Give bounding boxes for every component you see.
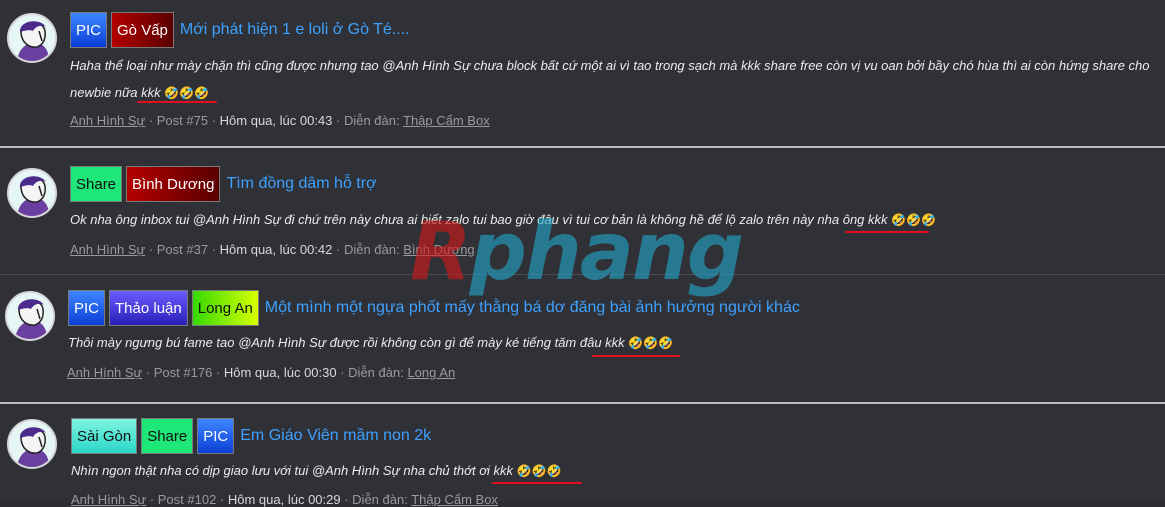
post-number[interactable]: Post #37 xyxy=(157,242,208,257)
snippet-line: Nhìn ngon thật nha có dịp giao lưu với t… xyxy=(71,463,514,478)
author-link[interactable]: Anh Hình Sự xyxy=(70,242,145,257)
laughing-emoji-icon: 🤣🤣🤣 xyxy=(164,86,210,100)
author-link[interactable]: Anh Hình Sự xyxy=(67,365,142,380)
post-meta: Anh Hình Sự · Post #75 · Hôm qua, lúc 00… xyxy=(70,113,490,128)
prefix-tag-pic[interactable]: PIC xyxy=(70,12,108,48)
user-avatar-icon xyxy=(9,15,55,61)
user-avatar-icon xyxy=(9,170,55,216)
post-time: Hôm qua, lúc 00:30 xyxy=(223,365,337,380)
thread-title-link[interactable]: Mới phát hiện 1 e loli ở Gò Té.... xyxy=(180,21,410,39)
search-result-item: PIC Thảo luận Long An Một mình một ngựa … xyxy=(0,274,1165,403)
post-meta: Anh Hình Sự · Post #37 · Hôm qua, lúc 00… xyxy=(70,242,475,257)
prefix-tag-share[interactable]: Share xyxy=(141,418,194,454)
post-snippet[interactable]: Haha thể loại như mày chặn thì cũng được… xyxy=(70,52,1150,107)
avatar[interactable] xyxy=(7,13,57,63)
thread-title-row: Sài Gòn Share PIC Em Giáo Viên mầm non 2… xyxy=(71,418,431,454)
snippet-line: Ok nha ông inbox tui @Anh Hình Sự đi chứ… xyxy=(70,212,888,227)
prefix-tag-pic[interactable]: PIC xyxy=(197,418,235,454)
post-time: Hôm qua, lúc 00:42 xyxy=(219,242,333,257)
prefix-tag-go-vap[interactable]: Gò Vấp xyxy=(111,12,174,48)
post-snippet[interactable]: Thôi mày ngưng bú fame tao @Anh Hình Sự … xyxy=(68,329,1148,357)
red-underline-annotation xyxy=(845,231,929,233)
post-number[interactable]: Post #75 xyxy=(157,113,208,128)
thread-title-link[interactable]: Tìm đồng dâm hỗ trợ xyxy=(226,175,376,193)
prefix-tag-long-an[interactable]: Long An xyxy=(191,290,259,326)
snippet-line: newbie nữa kkk xyxy=(70,85,161,100)
avatar[interactable] xyxy=(7,168,57,218)
avatar[interactable] xyxy=(7,419,57,469)
prefix-tag-share[interactable]: Share xyxy=(70,166,123,202)
red-underline-annotation xyxy=(492,482,582,484)
prefix-tag-binh-duong[interactable]: Bình Dương xyxy=(126,166,221,202)
post-number[interactable]: Post #176 xyxy=(154,365,213,380)
prefix-tag-thao-luan[interactable]: Thảo luận xyxy=(109,290,188,326)
laughing-emoji-icon: 🤣🤣🤣 xyxy=(891,213,936,227)
forum-label: Diễn đàn: xyxy=(343,113,400,128)
forum-link[interactable]: Thập Cẩm Box xyxy=(403,113,490,128)
post-time: Hôm qua, lúc 00:43 xyxy=(219,113,333,128)
user-avatar-icon xyxy=(7,293,53,339)
user-avatar-icon xyxy=(9,421,55,467)
post-snippet[interactable]: Nhìn ngon thật nha có dịp giao lưu với t… xyxy=(71,457,1151,485)
red-underline-annotation xyxy=(137,101,217,103)
author-link[interactable]: Anh Hình Sự xyxy=(70,113,145,128)
thread-title-row: Share Bình Dương Tìm đồng dâm hỗ trợ xyxy=(70,166,377,202)
forum-label: Diễn đàn: xyxy=(348,365,404,380)
laughing-emoji-icon: 🤣🤣🤣 xyxy=(516,464,562,478)
search-result-item: Sài Gòn Share PIC Em Giáo Viên mầm non 2… xyxy=(0,402,1165,507)
post-meta: Anh Hình Sự · Post #176 · Hôm qua, lúc 0… xyxy=(67,365,456,380)
forum-label: Diễn đàn: xyxy=(343,242,400,257)
thread-title-link[interactable]: Một mình một ngựa phốt mấy thằng bá dơ đ… xyxy=(265,299,800,317)
avatar[interactable] xyxy=(5,291,55,341)
forum-link[interactable]: Long An xyxy=(407,365,455,380)
post-snippet[interactable]: Ok nha ông inbox tui @Anh Hình Sự đi chứ… xyxy=(70,206,1150,234)
snippet-line: Haha thể loại như mày chặn thì cũng được… xyxy=(70,58,1150,73)
forum-link[interactable]: Bình Dương xyxy=(403,242,474,257)
prefix-tag-sai-gon[interactable]: Sài Gòn xyxy=(71,418,138,454)
search-result-item: PIC Gò Vấp Mới phát hiện 1 e loli ở Gò T… xyxy=(0,0,1165,146)
laughing-emoji-icon: 🤣🤣🤣 xyxy=(628,336,674,350)
prefix-tag-pic[interactable]: PIC xyxy=(68,290,106,326)
snippet-line: Thôi mày ngưng bú fame tao @Anh Hình Sự … xyxy=(68,335,625,350)
thread-title-row: PIC Gò Vấp Mới phát hiện 1 e loli ở Gò T… xyxy=(70,12,410,48)
thread-title-link[interactable]: Em Giáo Viên mầm non 2k xyxy=(240,427,431,445)
red-underline-annotation xyxy=(592,355,680,357)
thread-title-row: PIC Thảo luận Long An Một mình một ngựa … xyxy=(68,290,800,326)
search-result-item: Share Bình Dương Tìm đồng dâm hỗ trợ Ok … xyxy=(0,146,1165,276)
